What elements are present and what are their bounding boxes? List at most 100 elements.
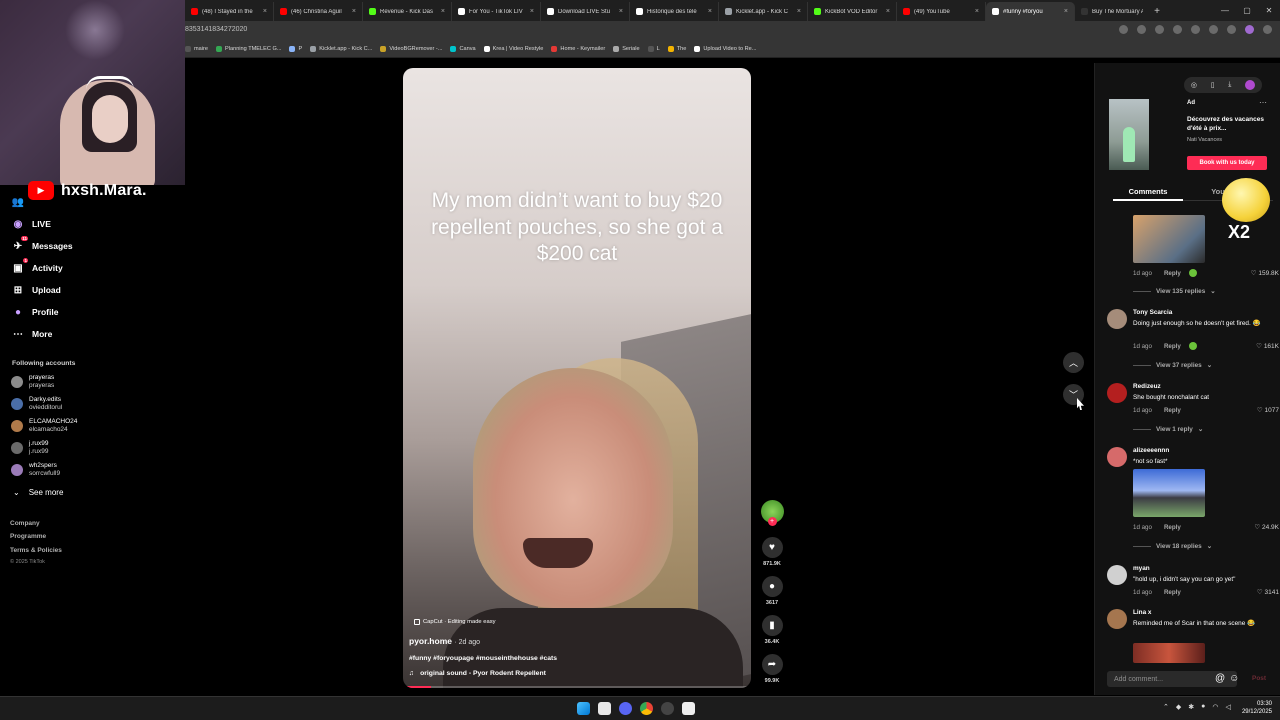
obs-icon[interactable]	[682, 702, 695, 715]
url-field[interactable]: 8353141834272020	[185, 26, 247, 33]
like-button[interactable]: ♥ 871.9K	[759, 537, 785, 567]
sidebar-item-messages[interactable]: ✈ 11 Messages	[12, 236, 73, 252]
new-tab-button[interactable]: +	[1149, 2, 1165, 21]
commenter-avatar[interactable]	[1107, 565, 1127, 585]
video-sound[interactable]: ♫ original sound - Pyor Rodent Repellent	[409, 670, 546, 677]
close-tab-icon[interactable]: ×	[352, 8, 356, 15]
bookmark-item[interactable]: maire	[185, 46, 208, 52]
reply-button[interactable]: Reply	[1164, 407, 1181, 414]
bookmark-item[interactable]: Kicklet.app - Kick C...	[310, 46, 372, 52]
save-button[interactable]: ▮ 36.4K	[759, 615, 785, 645]
puzzle-icon[interactable]	[1209, 25, 1218, 34]
author-avatar-button[interactable]: +	[759, 500, 785, 526]
previous-video-button[interactable]: ︿	[1063, 352, 1084, 373]
following-account[interactable]: prayeras prayeras	[11, 374, 54, 390]
post-comment-button[interactable]: Post	[1252, 675, 1266, 682]
sidebar-item-activity[interactable]: ▣ 1 Activity	[12, 258, 63, 274]
browser-tab[interactable]: Kicklet.app - Kick C ×	[719, 2, 808, 21]
volume-icon[interactable]: ◁	[1225, 703, 1230, 711]
bookmark-item[interactable]: Upload Video to Re...	[694, 46, 756, 52]
bookmark-item[interactable]: L	[647, 46, 660, 52]
sidebar-item-profile[interactable]: ● Profile	[12, 306, 58, 318]
commenter-avatar[interactable]	[1107, 309, 1127, 329]
video-hashtags[interactable]: #funny #foryoupage #mouseinthehouse #cat…	[409, 655, 557, 662]
commenter-name[interactable]: Lina x	[1133, 609, 1151, 616]
commenter-name[interactable]: Redizeuz	[1133, 383, 1161, 390]
comment-like[interactable]: ♡ 1077	[1257, 406, 1279, 414]
download-icon[interactable]: ⤓	[1228, 81, 1231, 89]
bookmark-item[interactable]: VideoBGRemover -...	[380, 46, 442, 52]
see-more-button[interactable]: ⌄ See more	[13, 488, 63, 497]
sidebar-item-upload[interactable]: ⊞ Upload	[12, 284, 61, 296]
close-tab-icon[interactable]: ×	[441, 8, 445, 15]
reply-button[interactable]: Reply	[1164, 270, 1181, 277]
close-tab-icon[interactable]: ×	[886, 8, 890, 15]
author-name[interactable]: pyor.home	[409, 636, 452, 646]
ad-thumbnail[interactable]	[1109, 99, 1149, 170]
close-tab-icon[interactable]: ×	[1064, 8, 1068, 15]
browser-tab[interactable]: (48) I Stayed in the ×	[185, 2, 274, 21]
comment-media[interactable]	[1133, 215, 1205, 263]
ad-cta-button[interactable]: Book with us today	[1187, 156, 1267, 170]
chevron-up-icon[interactable]: ⌃	[1163, 703, 1169, 711]
bookmark-item[interactable]: Seriale	[613, 46, 640, 52]
video-author[interactable]: pyor.home · 2d ago	[409, 636, 480, 646]
comment-media[interactable]	[1133, 469, 1205, 517]
sidebar-icon[interactable]	[1227, 25, 1236, 34]
mention-icon[interactable]: @	[1215, 673, 1225, 684]
browser-tab[interactable]: Download LIVE Stu ×	[541, 2, 630, 21]
microphone-icon[interactable]: ●	[1201, 703, 1205, 711]
footer-programme-link[interactable]: Programme	[10, 533, 46, 540]
browser-tab[interactable]: (46) Christina Aguil ×	[274, 2, 363, 21]
browser-tab[interactable]: (49) YouTube ×	[897, 2, 986, 21]
close-tab-icon[interactable]: ×	[797, 8, 801, 15]
close-tab-icon[interactable]: ×	[708, 8, 712, 15]
browser-tab[interactable]: Historique des télé ×	[630, 2, 719, 21]
reply-button[interactable]: Reply	[1164, 524, 1181, 531]
view-replies-button[interactable]: View 37 replies ⌄	[1133, 361, 1212, 370]
windows-start-icon[interactable]	[577, 702, 590, 715]
next-video-button[interactable]: ﹀	[1063, 384, 1084, 405]
bookmark-item[interactable]: Home - Keymailer	[551, 46, 605, 52]
wifi-icon[interactable]: ◠	[1212, 703, 1218, 711]
bookmark-item[interactable]: The	[667, 46, 686, 52]
network-app-icon[interactable]: ◆	[1176, 703, 1181, 711]
close-tab-icon[interactable]: ×	[619, 8, 623, 15]
close-tab-icon[interactable]: ×	[263, 8, 267, 15]
profile-avatar-icon[interactable]	[1245, 25, 1254, 34]
menu-icon[interactable]	[1263, 25, 1272, 34]
bookmark-item[interactable]: Krea | Video Restyle	[483, 46, 543, 52]
reply-button[interactable]: Reply	[1164, 589, 1181, 596]
translate-icon[interactable]	[1137, 25, 1146, 34]
chrome-icon[interactable]	[640, 702, 653, 715]
compass-icon[interactable]: ◎	[1191, 81, 1197, 89]
video-player[interactable]: My mom didn’t want to buy $20 repellent …	[403, 68, 751, 688]
phone-icon[interactable]: ▯	[1211, 81, 1215, 89]
sidebar-item-live[interactable]: ◉ LIVE	[12, 218, 51, 230]
emoji-icon[interactable]: ☺	[1229, 673, 1239, 684]
following-account[interactable]: Darky.edits oviedditorul	[11, 396, 62, 412]
following-account[interactable]: ELCAMACHO24 elcamacho24	[11, 418, 77, 434]
view-replies-button[interactable]: View 18 replies ⌄	[1133, 542, 1212, 551]
commenter-name[interactable]: alizeeeennn	[1133, 447, 1169, 454]
more-options-icon[interactable]: ⋯	[1259, 98, 1267, 107]
video-progress-bar[interactable]	[403, 686, 751, 688]
commenter-avatar[interactable]	[1107, 447, 1127, 467]
footer-company-link[interactable]: Company	[10, 520, 40, 527]
close-tab-icon[interactable]: ×	[975, 8, 979, 15]
browser-tab[interactable]: Buy The Mortuary A	[1075, 2, 1149, 21]
comment-media[interactable]	[1133, 643, 1205, 663]
tab-comments[interactable]: Comments	[1113, 183, 1183, 201]
commenter-name[interactable]: Tony Scarcia	[1133, 309, 1172, 316]
maximize-icon[interactable]: ▢	[1236, 0, 1258, 21]
view-replies-button[interactable]: View 135 replies ⌄	[1133, 287, 1216, 296]
sidebar-item-more[interactable]: ⋯ More	[12, 328, 52, 340]
browser-tab[interactable]: #funny #foryou ×	[986, 2, 1075, 21]
user-avatar-icon[interactable]	[1245, 80, 1256, 90]
bluetooth-icon[interactable]: ✱	[1188, 703, 1194, 711]
bookmark-item[interactable]: Canva	[450, 46, 476, 52]
file-explorer-icon[interactable]	[598, 702, 611, 715]
commenter-name[interactable]: myan	[1133, 565, 1150, 572]
capcut-tag[interactable]: CapCut · Editing made easy	[414, 619, 496, 625]
system-clock[interactable]: 03:30 29/12/2025	[1236, 700, 1272, 716]
